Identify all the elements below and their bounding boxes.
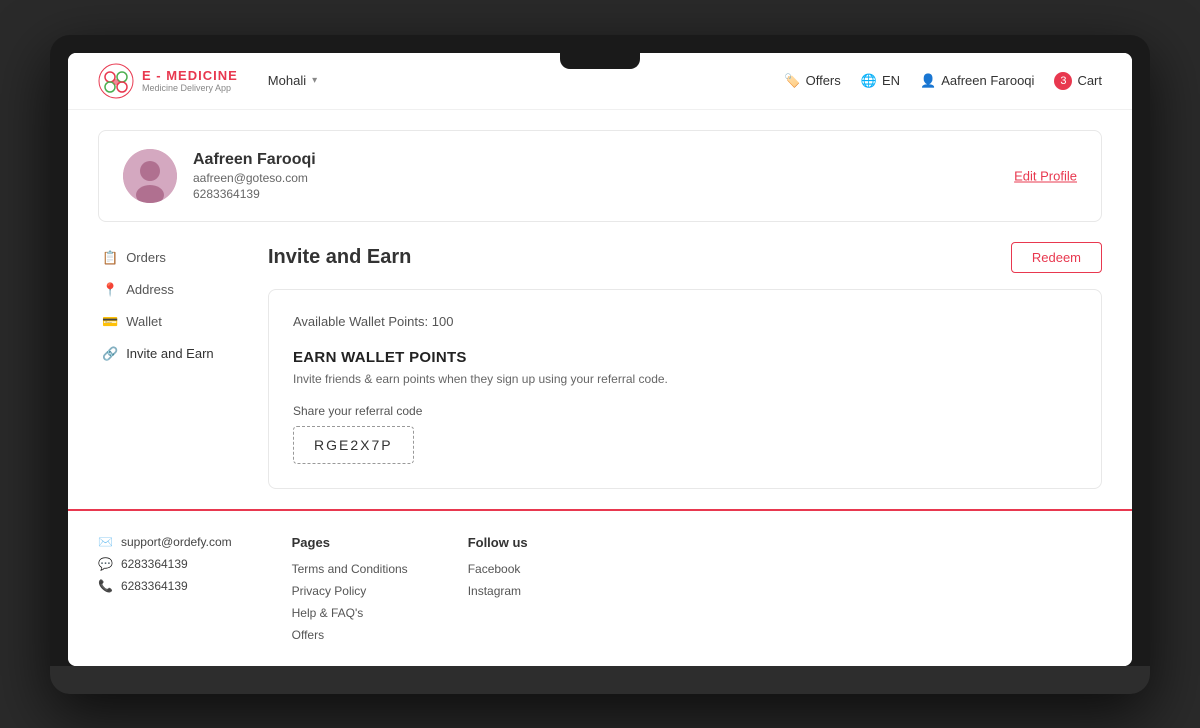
earn-title: EARN WALLET POINTS bbox=[293, 349, 1077, 366]
location-text: Mohali bbox=[268, 73, 306, 88]
user-icon: 👤 bbox=[920, 73, 936, 89]
phone-icon: 📞 bbox=[98, 579, 113, 593]
footer-link-facebook[interactable]: Facebook bbox=[468, 562, 528, 576]
footer-link-help[interactable]: Help & FAQ's bbox=[292, 606, 408, 620]
share-icon: 🔗 bbox=[102, 346, 118, 362]
referral-label: Share your referral code bbox=[293, 404, 1077, 418]
profile-card: Aafreen Farooqi aafreen@goteso.com 62833… bbox=[98, 130, 1102, 222]
offers-icon: 🏷️ bbox=[784, 73, 800, 89]
sidebar: 📋 Orders 📍 Address 💳 Wallet 🔗 Invite and… bbox=[98, 242, 238, 489]
earn-card: Available Wallet Points: 100 EARN WALLET… bbox=[268, 289, 1102, 489]
offers-label: Offers bbox=[806, 73, 841, 88]
sidebar-address-label: Address bbox=[126, 282, 174, 297]
footer-pages-section: Pages Terms and Conditions Privacy Polic… bbox=[292, 535, 408, 642]
content-area: Invite and Earn Redeem Available Wallet … bbox=[268, 242, 1102, 489]
user-nav[interactable]: 👤 Aafreen Farooqi bbox=[920, 73, 1034, 89]
language-label: EN bbox=[882, 73, 900, 88]
wallet-icon: 💳 bbox=[102, 314, 118, 330]
footer-phone2-item: 📞 6283364139 bbox=[98, 579, 232, 593]
footer-social-section: Follow us Facebook Instagram bbox=[468, 535, 528, 642]
sidebar-item-orders[interactable]: 📋 Orders bbox=[98, 242, 238, 274]
profile-info: Aafreen Farooqi aafreen@goteso.com 62833… bbox=[193, 151, 316, 201]
globe-icon: 🌐 bbox=[861, 73, 877, 89]
referral-code-box[interactable]: RGE2X7P bbox=[293, 426, 414, 464]
sidebar-item-address[interactable]: 📍 Address bbox=[98, 274, 238, 306]
footer-link-instagram[interactable]: Instagram bbox=[468, 584, 528, 598]
sidebar-invite-earn-label: Invite and Earn bbox=[126, 346, 213, 361]
footer-contact: ✉️ support@ordefy.com 💬 6283364139 📞 628… bbox=[98, 535, 232, 642]
logo: E - MEDICINE Medicine Delivery App bbox=[98, 63, 238, 99]
footer-phone1-item: 💬 6283364139 bbox=[98, 557, 232, 571]
header-right: 🏷️ Offers 🌐 EN 👤 Aafreen Farooqi 3 Cart bbox=[784, 72, 1102, 90]
chevron-down-icon: ▾ bbox=[312, 75, 317, 86]
user-name-header: Aafreen Farooqi bbox=[941, 73, 1034, 88]
sidebar-orders-label: Orders bbox=[126, 250, 166, 265]
footer-email-item: ✉️ support@ordefy.com bbox=[98, 535, 232, 549]
content-header: Invite and Earn Redeem bbox=[268, 242, 1102, 273]
page-title: Invite and Earn bbox=[268, 246, 411, 269]
language-nav[interactable]: 🌐 EN bbox=[861, 73, 900, 89]
whatsapp-icon: 💬 bbox=[98, 557, 113, 571]
footer-email: support@ordefy.com bbox=[121, 535, 232, 549]
cart-label: Cart bbox=[1077, 73, 1102, 88]
footer: ✉️ support@ordefy.com 💬 6283364139 📞 628… bbox=[68, 509, 1132, 666]
footer-follow-title: Follow us bbox=[468, 535, 528, 550]
wallet-points-text: Available Wallet Points: 100 bbox=[293, 314, 1077, 329]
sidebar-wallet-label: Wallet bbox=[126, 314, 162, 329]
footer-phone2: 6283364139 bbox=[121, 579, 188, 593]
location-selector[interactable]: Mohali ▾ bbox=[268, 73, 317, 88]
footer-link-terms[interactable]: Terms and Conditions bbox=[292, 562, 408, 576]
footer-link-privacy[interactable]: Privacy Policy bbox=[292, 584, 408, 598]
profile-phone: 6283364139 bbox=[193, 187, 316, 201]
sidebar-item-invite-earn[interactable]: 🔗 Invite and Earn bbox=[98, 338, 238, 370]
footer-link-offers[interactable]: Offers bbox=[292, 628, 408, 642]
logo-icon bbox=[98, 63, 134, 99]
offers-nav[interactable]: 🏷️ Offers bbox=[784, 73, 840, 89]
email-icon: ✉️ bbox=[98, 535, 113, 549]
footer-pages-title: Pages bbox=[292, 535, 408, 550]
profile-name: Aafreen Farooqi bbox=[193, 151, 316, 169]
logo-subtitle: Medicine Delivery App bbox=[142, 83, 238, 93]
footer-phone1: 6283364139 bbox=[121, 557, 188, 571]
sidebar-item-wallet[interactable]: 💳 Wallet bbox=[98, 306, 238, 338]
cart-badge: 3 bbox=[1054, 72, 1072, 90]
orders-icon: 📋 bbox=[102, 250, 118, 266]
profile-email: aafreen@goteso.com bbox=[193, 171, 316, 185]
address-icon: 📍 bbox=[102, 282, 118, 298]
logo-title: E - MEDICINE bbox=[142, 68, 238, 83]
edit-profile-link[interactable]: Edit Profile bbox=[1014, 168, 1077, 183]
redeem-button[interactable]: Redeem bbox=[1011, 242, 1102, 273]
cart-nav[interactable]: 3 Cart bbox=[1054, 72, 1102, 90]
earn-description: Invite friends & earn points when they s… bbox=[293, 372, 1077, 386]
main-layout: 📋 Orders 📍 Address 💳 Wallet 🔗 Invite and… bbox=[68, 232, 1132, 509]
avatar bbox=[123, 149, 177, 203]
